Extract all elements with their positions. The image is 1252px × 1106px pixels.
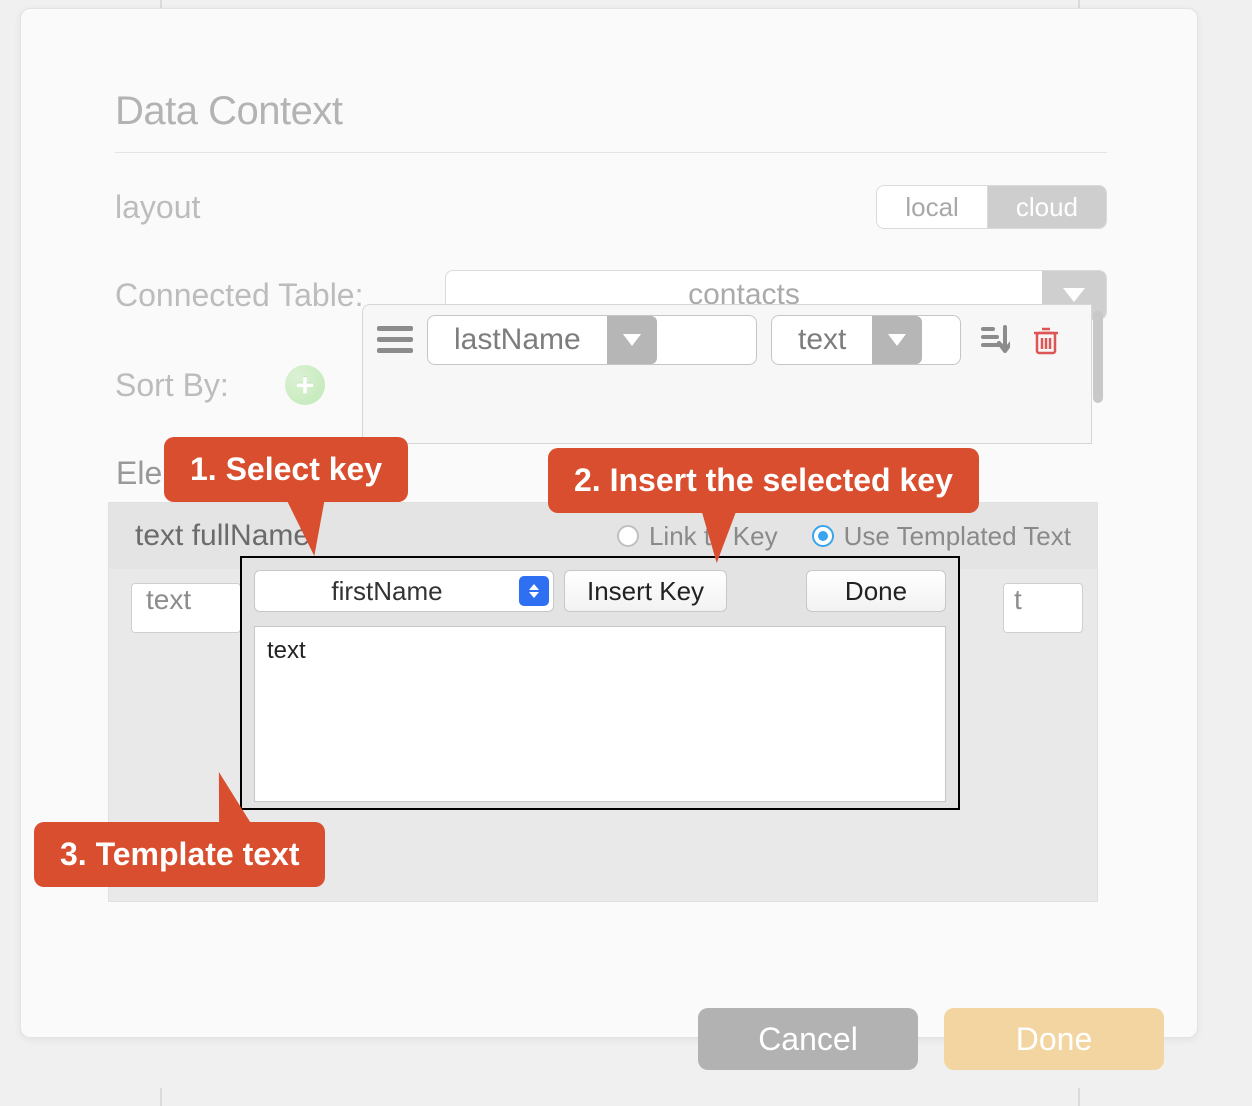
key-select[interactable]: firstName (254, 570, 554, 612)
done-button[interactable]: Done (944, 1008, 1164, 1070)
template-text-popup: firstName Insert Key Done text (240, 556, 960, 810)
popup-done-button[interactable]: Done (806, 570, 946, 612)
layout-row: layout local cloud (115, 177, 1107, 237)
segment-local[interactable]: local (877, 186, 986, 228)
segment-cloud[interactable]: cloud (987, 186, 1106, 228)
drag-handle-icon[interactable] (377, 321, 413, 357)
add-sort-button[interactable]: + (285, 365, 325, 405)
title-divider (115, 152, 1107, 153)
element-text-input-right[interactable]: t (1003, 583, 1083, 633)
sort-type-select[interactable]: text (771, 315, 961, 365)
callout-1: 1. Select key (164, 437, 408, 502)
updown-caret-icon (519, 576, 549, 606)
sort-by-label: Sort By: (115, 367, 255, 404)
callout-2: 2. Insert the selected key (548, 448, 979, 513)
chevron-down-icon (872, 316, 922, 364)
scrollbar-thumb[interactable] (1093, 311, 1103, 403)
key-select-value: firstName (255, 576, 519, 607)
sort-criteria-block: lastName text (362, 304, 1092, 444)
plus-icon: + (296, 369, 315, 401)
element-row-label: text fullName (135, 519, 310, 553)
page-title: Data Context (115, 89, 1107, 134)
insert-key-button[interactable]: Insert Key (564, 570, 727, 612)
root: Data Context layout local cloud Connecte… (0, 0, 1252, 1106)
layout-label: layout (115, 189, 200, 226)
sort-field-select[interactable]: lastName (427, 315, 757, 365)
layout-segmented-control[interactable]: local cloud (876, 185, 1107, 229)
callout-2-text: 2. Insert the selected key (574, 462, 953, 498)
delete-sort-button[interactable] (1029, 315, 1063, 365)
callout-1-text: 1. Select key (190, 451, 382, 487)
cancel-button[interactable]: Cancel (698, 1008, 918, 1070)
radio-templated-label: Use Templated Text (844, 521, 1071, 552)
elements-label-partial: Ele (116, 455, 162, 492)
radio-dot (812, 525, 834, 547)
chevron-down-icon (607, 316, 657, 364)
callout-3: 3. Template text (34, 822, 325, 887)
sort-field-value: lastName (428, 323, 607, 357)
template-popup-topbar: firstName Insert Key Done (254, 570, 946, 612)
callout-3-text: 3. Template text (60, 836, 299, 872)
sort-direction-icon[interactable] (975, 315, 1015, 365)
sort-type-value: text (772, 323, 872, 357)
outer-frame-hint-top (160, 0, 1080, 8)
radio-dot (617, 525, 639, 547)
template-textarea[interactable]: text (254, 626, 946, 802)
outer-frame-hint-bottom (160, 1088, 1080, 1106)
dialog-footer: Cancel Done (698, 1008, 1164, 1070)
radio-templated-text[interactable]: Use Templated Text (812, 521, 1071, 552)
element-mode-radio-group: Link to Key Use Templated Text (617, 521, 1071, 552)
element-text-input-left[interactable]: text (131, 583, 241, 633)
